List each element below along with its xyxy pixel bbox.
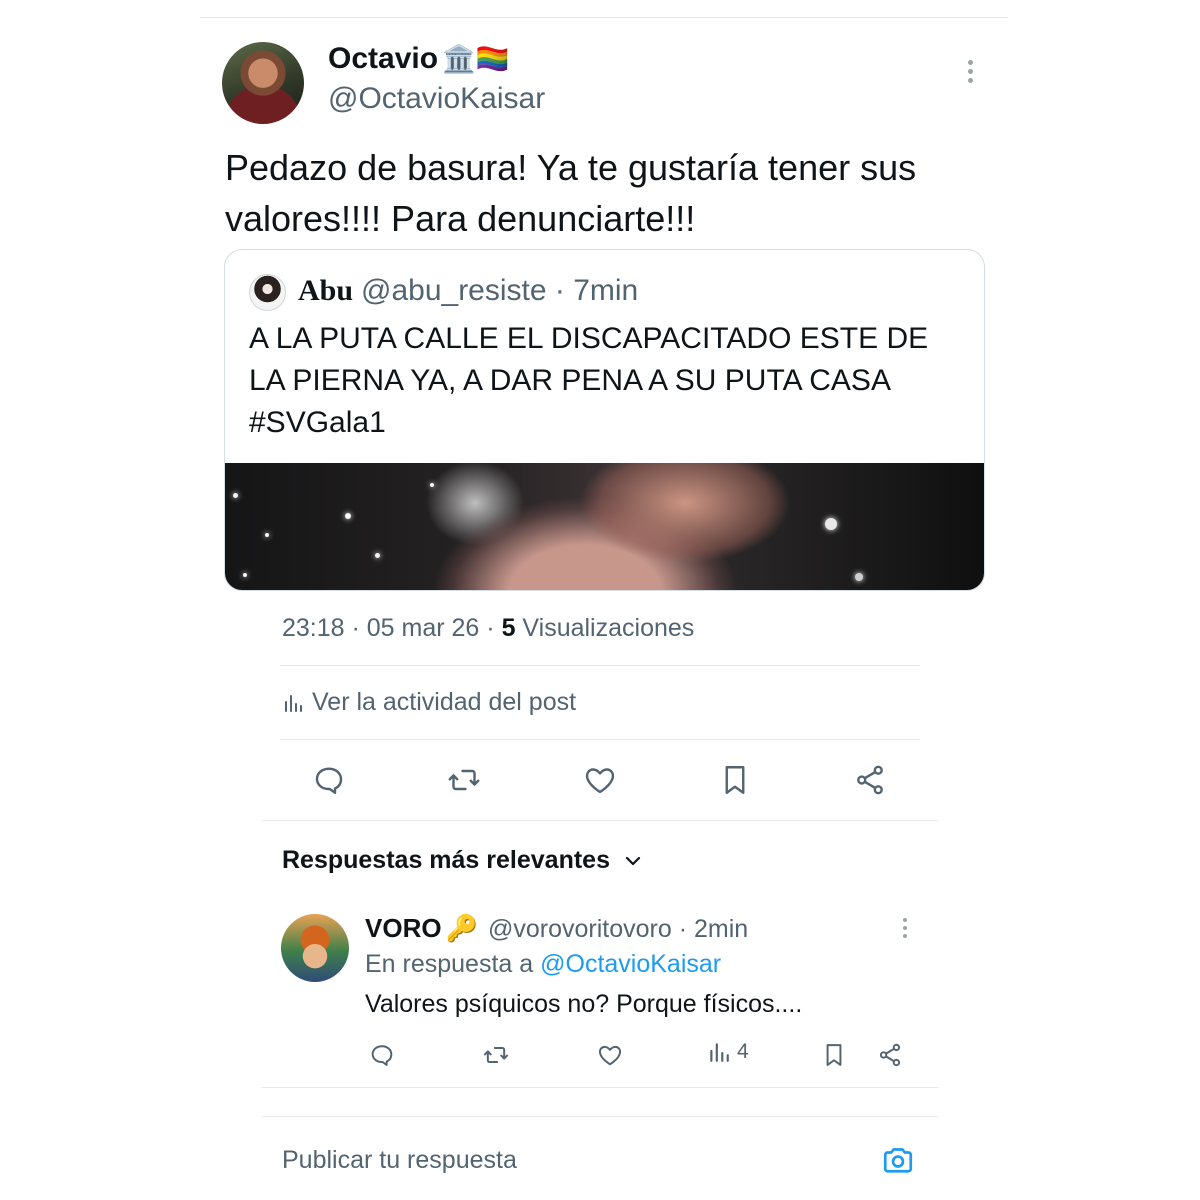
divider (280, 739, 920, 740)
author-name[interactable]: Octavio 🏛️🏳️‍🌈 (328, 42, 509, 76)
quote-author-name: Abu (298, 274, 354, 307)
divider (262, 1087, 938, 1088)
analytics-icon (282, 692, 304, 714)
quote-author-meta: @abu_resiste · 7min (361, 274, 639, 307)
author-avatar[interactable] (222, 42, 304, 124)
like-icon[interactable] (582, 762, 618, 798)
reply-reply-icon[interactable] (368, 1041, 396, 1069)
chevron-down-icon[interactable] (624, 852, 642, 870)
reply-views[interactable]: 4 (707, 1040, 749, 1064)
reply-author-name-text: VORO (365, 913, 442, 943)
reply-text: Valores psíquicos no? Porque físicos.... (365, 990, 803, 1018)
reply-author-avatar[interactable] (281, 914, 349, 982)
divider (262, 820, 938, 821)
reply-like-icon[interactable] (596, 1041, 624, 1069)
author-name-text: Octavio (328, 42, 439, 75)
divider (280, 665, 920, 666)
divider (262, 1116, 938, 1117)
post-meta: 23:18 · 05 mar 26 · 5 Visualizaciones (282, 614, 694, 643)
reply-share-icon[interactable] (876, 1041, 904, 1069)
reply-views-icon (707, 1040, 731, 1064)
quote-author-avatar (249, 274, 286, 311)
post-text: Pedazo de basura! Ya te gustaría tener s… (225, 147, 917, 239)
bookmark-icon[interactable] (717, 762, 753, 798)
in-reply-mention[interactable]: @OctavioKaisar (540, 950, 721, 978)
reply-views-count: 4 (737, 1040, 749, 1063)
author-handle[interactable]: @OctavioKaisar (328, 82, 545, 116)
reply-bookmark-icon[interactable] (820, 1041, 848, 1069)
reply-repost-icon[interactable] (482, 1041, 510, 1069)
reply-more-options-icon[interactable] (896, 918, 914, 944)
views-label: Visualizaciones (515, 614, 695, 642)
reply-author-meta: @vorovoritovoro · 2min (488, 915, 749, 943)
post-timestamp: 23:18 · 05 mar 26 · (282, 614, 502, 642)
quote-media-image[interactable] (225, 463, 984, 590)
quoted-post[interactable]: Abu @abu_resiste · 7min A LA PUTA CALLE … (224, 249, 985, 591)
reply-composer-input[interactable]: Publicar tu respuesta (282, 1146, 517, 1175)
reply-icon[interactable] (311, 762, 347, 798)
quote-text: A LA PUTA CALLE EL DISCAPACITADO ESTE DE… (249, 322, 929, 439)
reply-in-response-to: En respuesta a @OctavioKaisar (365, 950, 721, 979)
replies-sort-label[interactable]: Respuestas más relevantes (282, 846, 610, 875)
in-reply-prefix: En respuesta a (365, 950, 541, 978)
key-emoji: 🔑 (445, 913, 478, 943)
more-options-icon[interactable] (958, 60, 982, 90)
reply-author-name[interactable]: VORO 🔑 (365, 913, 478, 944)
author-emojis: 🏛️🏳️‍🌈 (442, 44, 510, 74)
views-count: 5 (501, 614, 516, 642)
activity-label: Ver la actividad del post (312, 688, 577, 716)
camera-icon[interactable] (880, 1142, 916, 1178)
top-divider (200, 17, 1008, 18)
share-icon[interactable] (852, 762, 888, 798)
repost-icon[interactable] (446, 762, 482, 798)
post-activity-link[interactable]: Ver la actividad del post (282, 688, 576, 717)
